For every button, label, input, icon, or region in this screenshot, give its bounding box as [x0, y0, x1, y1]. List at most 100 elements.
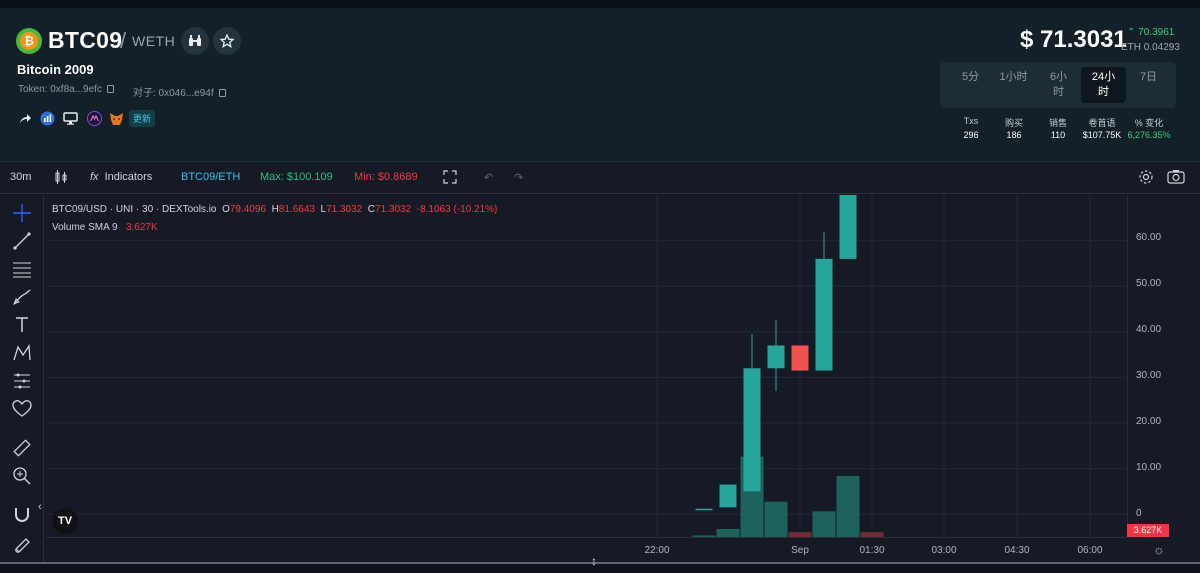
tab-1h[interactable]: 1小时	[991, 67, 1036, 103]
collapse-toolbar-icon[interactable]: ‹	[38, 501, 42, 513]
volume-legend-value: 3.627K	[125, 222, 158, 233]
ohlc-legend: BTC09/USD · UNI · 30 · DEXTools.io O79.4…	[52, 204, 497, 215]
sun-icon[interactable]: ☼	[1153, 542, 1165, 557]
magnet-icon[interactable]	[12, 505, 32, 525]
brush-icon[interactable]	[12, 287, 32, 307]
binoculars-icon	[189, 35, 201, 46]
candle-up	[743, 368, 761, 492]
chart-stats-icon[interactable]	[40, 111, 55, 126]
timeframe-selector: 5分 1小时 6小 时 24小 时 7日	[940, 62, 1176, 108]
current-price: $ 71.3031	[1020, 26, 1127, 53]
stat-header-txs: Txs	[963, 116, 979, 126]
stat-change: 6,276.35%	[1127, 130, 1171, 140]
copy-icon[interactable]	[218, 89, 226, 97]
fx-icon: fx	[90, 171, 99, 183]
x-tick-label: 01:30	[859, 545, 885, 556]
resize-arrows-icon[interactable]: ↕	[591, 554, 597, 568]
star-icon	[220, 34, 234, 48]
time-axis[interactable]: 22:00 Sep 01:30 03:00 04:30 06:00 ☼	[46, 537, 1165, 563]
metamask-icon[interactable]	[109, 111, 124, 126]
stat-volume: $107.75K	[1082, 130, 1122, 140]
crosshair-icon[interactable]	[12, 203, 32, 223]
pair-button[interactable]: BTC09/ETH	[181, 171, 240, 183]
stat-txs: 296	[963, 130, 979, 140]
candlestick-plot[interactable]	[46, 195, 1126, 537]
candle-up	[767, 345, 785, 369]
volume-legend: Volume SMA 9 3.627K	[52, 222, 158, 233]
binoculars-button[interactable]	[181, 27, 209, 55]
token-address-text: Token: 0xf8a...9efc	[18, 84, 102, 95]
pair-quote: WETH	[132, 33, 176, 49]
legend-c-label: C	[367, 204, 376, 215]
text-icon[interactable]	[12, 315, 32, 335]
favorite-button[interactable]	[213, 27, 241, 55]
indicators-label: Indicators	[104, 171, 153, 183]
pair-address[interactable]: 对子: 0x046...e94f	[133, 84, 226, 99]
candle-up	[815, 258, 833, 371]
candle-down	[791, 345, 809, 371]
legend-close: 71.3032	[375, 204, 412, 215]
volume-legend-label: Volume SMA 9	[52, 222, 118, 233]
volume-bar	[812, 511, 836, 537]
settings-button[interactable]	[1138, 169, 1154, 188]
pattern-icon[interactable]	[12, 343, 32, 363]
candle-type-button[interactable]	[54, 169, 68, 188]
prediction-icon[interactable]	[12, 371, 32, 391]
tab-24h[interactable]: 24小 时	[1081, 67, 1126, 103]
zoom-in-icon[interactable]	[12, 466, 32, 486]
legend-h-label: H	[271, 204, 279, 215]
candles-icon	[55, 170, 67, 184]
tab-7d[interactable]: 7日	[1126, 67, 1171, 103]
stat-header-sells: 销售	[1048, 118, 1067, 128]
token-name: Bitcoin 2009	[17, 62, 94, 77]
undo-button[interactable]: ↶	[484, 171, 493, 184]
price-axis[interactable]: 60.00 50.00 40.00 30.00 20.00 10.00 0	[1127, 195, 1200, 537]
token-address[interactable]: Token: 0xf8a...9efc	[18, 84, 114, 95]
tab-6h[interactable]: 6小 时	[1036, 67, 1081, 103]
x-tick-label: 04:30	[1004, 545, 1030, 556]
update-badge[interactable]: 更新	[129, 110, 156, 127]
chart-toolbar: 30m fx Indicators BTC09/ETH Max: $100.109…	[0, 162, 1200, 194]
x-tick-label: 03:00	[931, 545, 957, 556]
screenshot-button[interactable]	[1167, 169, 1185, 187]
stat-header-volume: 卷首语	[1088, 118, 1116, 128]
dex-icon[interactable]	[87, 111, 102, 126]
resize-handle[interactable]: ↕	[0, 554, 1200, 573]
candle-up	[719, 484, 737, 508]
token-header: ₿ BTC09 / WETH Bitcoin 2009 Token: 0xf8a…	[0, 0, 1200, 162]
x-tick-label: 22:00	[644, 545, 670, 556]
copy-icon[interactable]	[106, 85, 114, 93]
fullscreen-button[interactable]	[443, 170, 457, 187]
price-change: ⌃ 70.3961	[1127, 27, 1174, 38]
ruler-icon[interactable]	[12, 438, 32, 458]
share-icon[interactable]	[18, 111, 33, 126]
heart-icon[interactable]	[12, 399, 32, 419]
up-arrow-icon: ⌃	[1127, 27, 1136, 38]
stat-header-buys: 购买	[1004, 118, 1023, 128]
fib-lines-icon[interactable]	[12, 259, 32, 279]
volume-bar	[836, 475, 860, 537]
pair-address-text: 对子: 0x046...e94f	[133, 88, 214, 99]
indicators-button[interactable]: fx Indicators	[90, 171, 152, 183]
token-symbol: BTC09	[48, 27, 123, 53]
top-strip	[0, 0, 1200, 8]
undo-icon: ↶	[484, 172, 494, 184]
tab-5m[interactable]: 5分	[948, 67, 993, 103]
interval-button[interactable]: 30m	[10, 171, 31, 183]
legend-o-label: O	[222, 204, 230, 215]
volume-bar	[764, 501, 788, 537]
trend-line-icon[interactable]	[12, 231, 32, 251]
pair-separator: /	[120, 28, 127, 53]
min-price: Min: $0.8689	[354, 171, 418, 183]
lock-drawings-icon[interactable]	[12, 533, 32, 553]
monitor-icon[interactable]	[63, 111, 78, 126]
y-tick-label: 50.00	[1136, 278, 1162, 289]
redo-icon: ↷	[514, 172, 524, 184]
x-tick-label: Sep	[791, 545, 809, 556]
gear-icon	[1139, 170, 1153, 184]
tradingview-logo[interactable]: TV	[52, 508, 78, 534]
redo-button[interactable]: ↷	[514, 171, 523, 184]
token-logo: ₿	[16, 28, 42, 54]
stat-header-change: % 变化	[1134, 118, 1164, 128]
y-tick-label: 40.00	[1136, 324, 1162, 335]
